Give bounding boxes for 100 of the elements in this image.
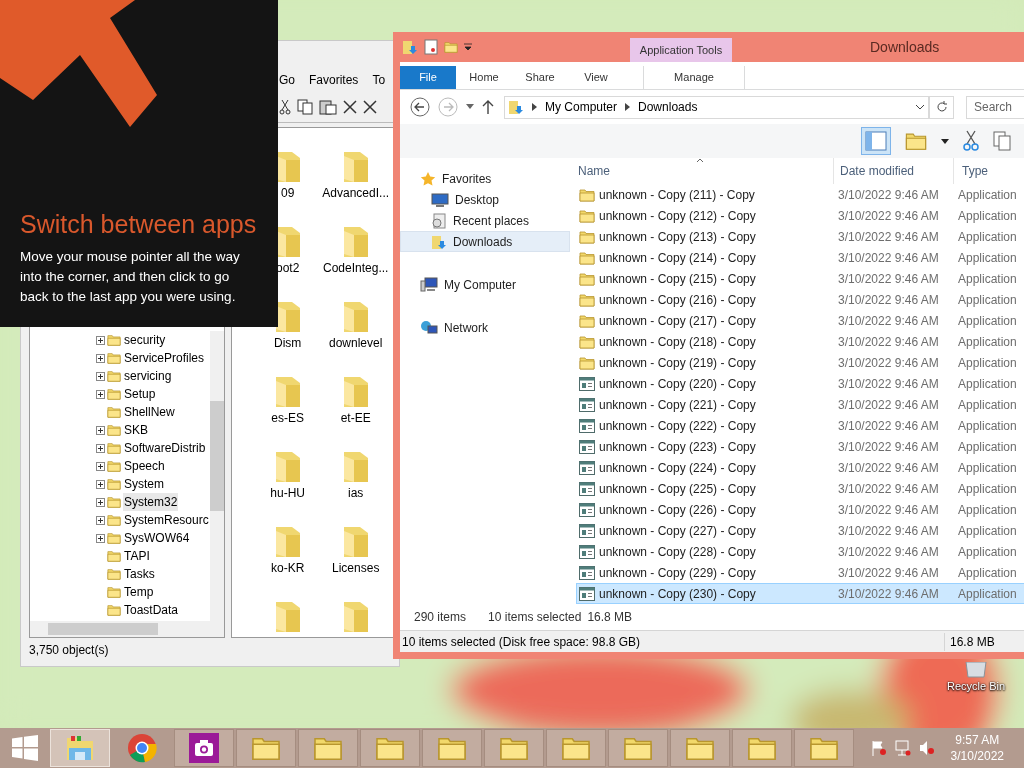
copy-icon[interactable] xyxy=(297,98,313,115)
tree-item[interactable]: SystemResourc xyxy=(123,511,210,529)
tree-item[interactable]: ShellNew xyxy=(123,403,176,421)
file-row[interactable]: unknown - Copy (212) - Copy 3/10/2022 9:46 AM Application xyxy=(576,205,1024,226)
up-arrow-icon[interactable] xyxy=(482,100,494,114)
address-bar[interactable]: My Computer Downloads xyxy=(504,95,929,119)
folder-label[interactable]: Licenses xyxy=(332,559,380,577)
chevron-down-icon[interactable] xyxy=(915,104,925,110)
file-row[interactable]: unknown - Copy (227) - Copy 3/10/2022 9:46 AM Application xyxy=(576,520,1024,541)
file-row[interactable]: unknown - Copy (213) - Copy 3/10/2022 9:46 AM Application xyxy=(576,226,1024,247)
tree-item[interactable]: Tasks xyxy=(123,565,156,583)
file-row[interactable]: unknown - Copy (220) - Copy 3/10/2022 9:46 AM Application xyxy=(576,373,1024,394)
file-row[interactable]: unknown - Copy (225) - Copy 3/10/2022 9:46 AM Application xyxy=(576,478,1024,499)
vertical-scrollbar[interactable] xyxy=(209,331,224,621)
tree-item[interactable]: TAPI xyxy=(123,547,151,565)
file-row[interactable]: unknown - Copy (230) - Copy 3/10/2022 9:46 AM Application xyxy=(576,583,1024,604)
expand-plus-icon[interactable] xyxy=(96,461,105,471)
expand-plus-icon[interactable] xyxy=(96,497,105,507)
scissors-icon[interactable] xyxy=(279,98,291,115)
nav-item[interactable]: Desktop xyxy=(400,189,570,210)
tree-item[interactable]: System xyxy=(123,475,165,493)
ribbon-tab[interactable]: View xyxy=(568,66,624,89)
scissors-icon[interactable] xyxy=(963,130,979,152)
file-row[interactable]: unknown - Copy (216) - Copy 3/10/2022 9:46 AM Application xyxy=(576,289,1024,310)
expand-plus-icon[interactable] xyxy=(96,335,105,345)
tree-item[interactable]: System32 xyxy=(123,493,179,511)
file-row[interactable]: unknown - Copy (226) - Copy 3/10/2022 9:46 AM Application xyxy=(576,499,1024,520)
tree-item[interactable]: SoftwareDistrib xyxy=(123,439,207,457)
dropdown-caret-icon[interactable] xyxy=(941,138,949,144)
folder-label[interactable]: downlevel xyxy=(329,334,383,352)
column-header[interactable]: Name xyxy=(578,158,833,184)
file-row[interactable]: unknown - Copy (215) - Copy 3/10/2022 9:46 AM Application xyxy=(576,268,1024,289)
folder-label[interactable]: AdvancedI... xyxy=(322,184,390,202)
breadcrumb-item[interactable]: Downloads xyxy=(638,98,698,116)
speaker-muted-icon[interactable] xyxy=(918,740,935,756)
ribbon-tab[interactable]: Home xyxy=(456,66,512,89)
expand-plus-icon[interactable] xyxy=(96,533,105,543)
expand-plus-icon[interactable] xyxy=(96,515,105,525)
file-row[interactable]: unknown - Copy (217) - Copy 3/10/2022 9:46 AM Application xyxy=(576,310,1024,331)
tree-item[interactable]: SKB xyxy=(123,421,149,439)
column-header[interactable]: Type xyxy=(953,158,1024,184)
tree-item[interactable]: servicing xyxy=(123,367,173,385)
tip-title: Switch between apps xyxy=(20,209,257,240)
folder-label[interactable]: et-EE xyxy=(340,409,371,427)
folder-label[interactable]: 09 xyxy=(281,184,295,202)
tree-item[interactable]: Temp xyxy=(123,583,155,601)
tree-item[interactable]: ServiceProfiles xyxy=(123,349,206,367)
file-row[interactable]: unknown - Copy (224) - Copy 3/10/2022 9:46 AM Application xyxy=(576,457,1024,478)
expand-plus-icon[interactable] xyxy=(96,479,105,489)
folder-label[interactable]: ko-KR xyxy=(271,559,305,577)
ribbon-tab[interactable]: Manage xyxy=(643,66,745,89)
search-field[interactable]: Search xyxy=(966,95,1024,119)
column-header[interactable]: Date modified xyxy=(833,158,953,184)
properties-icon[interactable] xyxy=(424,39,438,55)
menu-item[interactable]: Favorites xyxy=(309,71,359,89)
ribbon-tab[interactable]: File xyxy=(400,66,456,89)
tree-item[interactable]: ToastData xyxy=(123,601,180,619)
folder-label[interactable]: CodeInteg... xyxy=(323,259,389,277)
folder-label[interactable]: Dism xyxy=(274,334,302,352)
menu-item[interactable]: Go xyxy=(279,71,295,89)
file-row[interactable]: unknown - Copy (214) - Copy 3/10/2022 9:46 AM Application xyxy=(576,247,1024,268)
network-icon[interactable] xyxy=(894,740,911,756)
tree-item[interactable]: SysWOW64 xyxy=(123,529,191,547)
menu-item[interactable]: To xyxy=(372,71,386,89)
file-row[interactable]: unknown - Copy (229) - Copy 3/10/2022 9:46 AM Application xyxy=(576,562,1024,583)
expand-plus-icon[interactable] xyxy=(96,371,105,381)
taskbar-button[interactable] xyxy=(174,729,234,767)
ribbon-tab[interactable]: Share xyxy=(512,66,568,89)
nav-item[interactable]: Downloads xyxy=(400,231,570,252)
expand-plus-icon[interactable] xyxy=(96,443,105,453)
folder-label[interactable]: ias xyxy=(348,484,364,502)
flag-icon[interactable] xyxy=(870,740,887,756)
file-row[interactable]: unknown - Copy (211) - Copy 3/10/2022 9:46 AM Application xyxy=(576,184,1024,205)
file-row[interactable]: unknown - Copy (222) - Copy 3/10/2022 9:46 AM Application xyxy=(576,415,1024,436)
nav-item[interactable]: Favorites xyxy=(400,168,570,189)
folder-label[interactable]: hu-HU xyxy=(270,484,306,502)
breadcrumb-item[interactable]: My Computer xyxy=(545,98,618,116)
file-row[interactable]: unknown - Copy (223) - Copy 3/10/2022 9:46 AM Application xyxy=(576,436,1024,457)
close-icon[interactable] xyxy=(363,99,377,114)
file-row[interactable]: unknown - Copy (221) - Copy 3/10/2022 9:46 AM Application xyxy=(576,394,1024,415)
nav-item[interactable]: Network xyxy=(400,317,570,338)
horizontal-scrollbar[interactable] xyxy=(30,621,224,637)
nav-item[interactable]: Recent places xyxy=(400,210,570,231)
expand-plus-icon[interactable] xyxy=(96,425,105,435)
tree-item[interactable]: Setup xyxy=(123,385,157,403)
nav-item[interactable]: My Computer xyxy=(400,274,570,295)
dropdown-caret-icon[interactable] xyxy=(464,43,472,51)
file-row[interactable]: unknown - Copy (219) - Copy 3/10/2022 9:46 AM Application xyxy=(576,352,1024,373)
paste-icon[interactable] xyxy=(319,98,337,115)
file-row[interactable]: unknown - Copy (228) - Copy 3/10/2022 9:46 AM Application xyxy=(576,541,1024,562)
tree-item[interactable]: Speech xyxy=(123,457,166,475)
folder-label[interactable]: es-ES xyxy=(271,409,305,427)
tree-item[interactable]: security xyxy=(123,331,167,349)
back-icon[interactable] xyxy=(410,97,430,117)
expand-plus-icon[interactable] xyxy=(96,353,105,363)
copy-icon[interactable] xyxy=(993,131,1011,151)
folder-icon xyxy=(273,600,302,634)
expand-plus-icon[interactable] xyxy=(96,389,105,399)
file-row[interactable]: unknown - Copy (218) - Copy 3/10/2022 9:46 AM Application xyxy=(576,331,1024,352)
close-icon[interactable] xyxy=(343,99,357,114)
